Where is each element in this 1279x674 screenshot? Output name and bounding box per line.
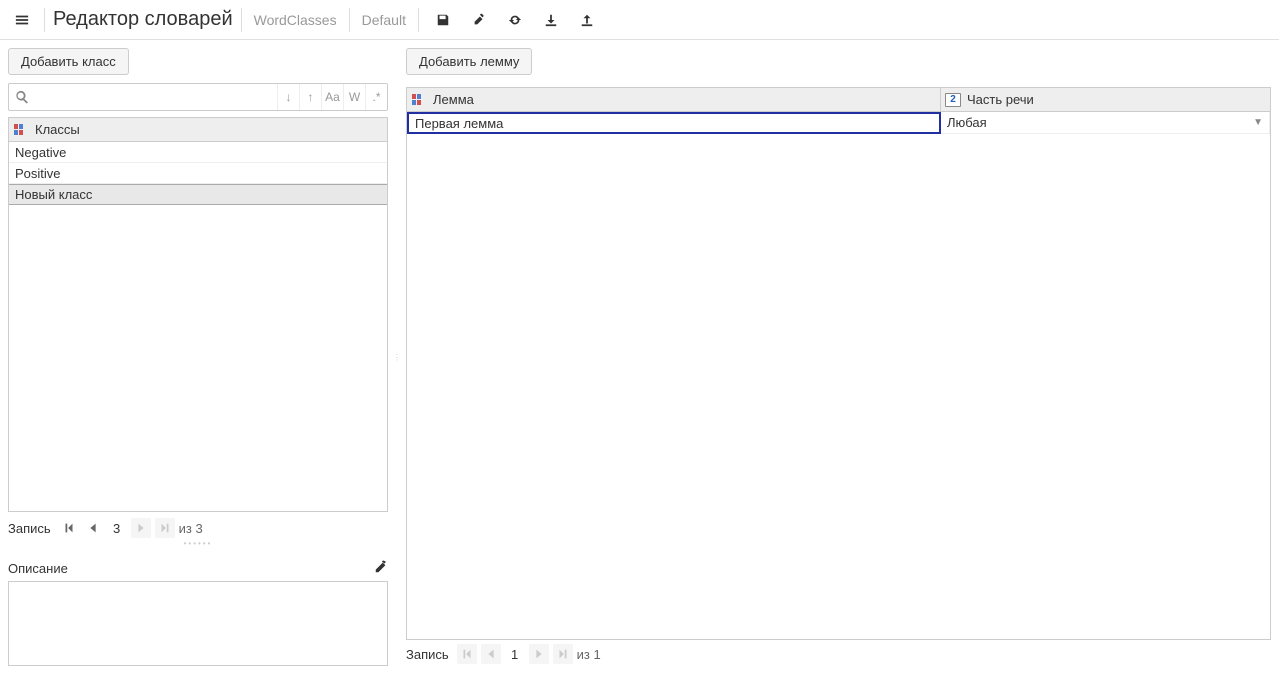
class-row[interactable]: Positive (9, 163, 387, 184)
description-title: Описание (8, 561, 68, 576)
column-number-badge: 2 (945, 93, 961, 107)
dropdown-arrow-icon: ▼ (1253, 117, 1263, 128)
class-row[interactable]: Новый класс (9, 184, 387, 205)
column-type-icon (411, 93, 427, 107)
pager-label: Запись (406, 647, 449, 662)
whole-word-toggle[interactable]: W (343, 84, 365, 110)
pos-text: Любая (947, 115, 987, 130)
sort-asc-icon[interactable]: ↑ (299, 84, 321, 110)
pager-next-icon[interactable] (131, 518, 151, 538)
lemma-text: Первая лемма (415, 116, 503, 131)
lemma-column-header[interactable]: Лемма (407, 88, 941, 111)
classes-column-header[interactable]: Классы (9, 118, 387, 142)
classes-panel: Добавить класс ↓ ↑ Aa W .* Классы (8, 48, 388, 666)
sort-desc-icon[interactable]: ↓ (277, 84, 299, 110)
app-title: Редактор словарей (53, 8, 233, 31)
lemma-header-label: Лемма (433, 92, 474, 107)
pager-first-icon[interactable] (457, 644, 477, 664)
breadcrumb-default[interactable]: Default (358, 12, 410, 28)
classes-header-label: Классы (35, 122, 80, 137)
classes-pager: Запись 3 из 3 (8, 516, 388, 540)
pos-header-label: Часть речи (967, 92, 1034, 107)
divider (418, 8, 419, 32)
class-row-label: Positive (15, 166, 61, 181)
pager-label: Запись (8, 521, 51, 536)
pager-last-icon[interactable] (155, 518, 175, 538)
add-lemma-button[interactable]: Добавить лемму (406, 48, 532, 75)
lemmas-grid: Лемма 2 Часть речи Первая лемма Любая (406, 87, 1271, 640)
search-input[interactable] (35, 84, 277, 110)
search-row: ↓ ↑ Aa W .* (8, 83, 388, 111)
class-row-label: Negative (15, 145, 66, 160)
pager-first-icon[interactable] (59, 518, 79, 538)
class-row[interactable]: Negative (9, 142, 387, 163)
clear-icon[interactable] (463, 6, 495, 34)
description-textarea[interactable] (8, 581, 388, 666)
classes-grid: Классы Negative Positive Новый класс (8, 117, 388, 512)
regex-toggle[interactable]: .* (365, 84, 387, 110)
pager-prev-icon[interactable] (481, 644, 501, 664)
divider (241, 8, 242, 32)
breadcrumb-wordclasses[interactable]: WordClasses (250, 12, 341, 28)
lemmas-pager: Запись 1 из 1 (406, 642, 1271, 666)
panel-splitter[interactable]: ⋮ (394, 48, 400, 666)
lemmas-panel: Добавить лемму Лемма 2 Часть речи (406, 48, 1271, 666)
pager-total: из 3 (179, 521, 203, 536)
pager-current[interactable]: 3 (107, 521, 127, 536)
resize-handle[interactable]: •••••• (8, 542, 388, 548)
hamburger-menu-icon[interactable] (8, 6, 36, 34)
search-icon (9, 90, 35, 104)
header-toolbar: Редактор словарей WordClasses Default (0, 0, 1279, 40)
download-icon[interactable] (535, 6, 567, 34)
divider (349, 8, 350, 32)
description-section: Описание (8, 556, 388, 666)
pos-column-header[interactable]: 2 Часть речи (941, 88, 1270, 111)
pos-cell[interactable]: Любая ▼ (941, 112, 1270, 134)
column-type-icon (13, 123, 29, 137)
pager-last-icon[interactable] (553, 644, 573, 664)
save-icon[interactable] (427, 6, 459, 34)
pager-current[interactable]: 1 (505, 647, 525, 662)
pager-next-icon[interactable] (529, 644, 549, 664)
divider (44, 8, 45, 32)
class-row-label: Новый класс (15, 187, 92, 202)
pager-total: из 1 (577, 647, 601, 662)
case-toggle[interactable]: Aa (321, 84, 343, 110)
lemma-cell-editing[interactable]: Первая лемма (407, 112, 941, 134)
lemma-row[interactable]: Первая лемма Любая ▼ (407, 112, 1270, 134)
edit-description-icon[interactable] (374, 560, 388, 577)
refresh-icon[interactable] (499, 6, 531, 34)
pager-prev-icon[interactable] (83, 518, 103, 538)
add-class-button[interactable]: Добавить класс (8, 48, 129, 75)
upload-icon[interactable] (571, 6, 603, 34)
